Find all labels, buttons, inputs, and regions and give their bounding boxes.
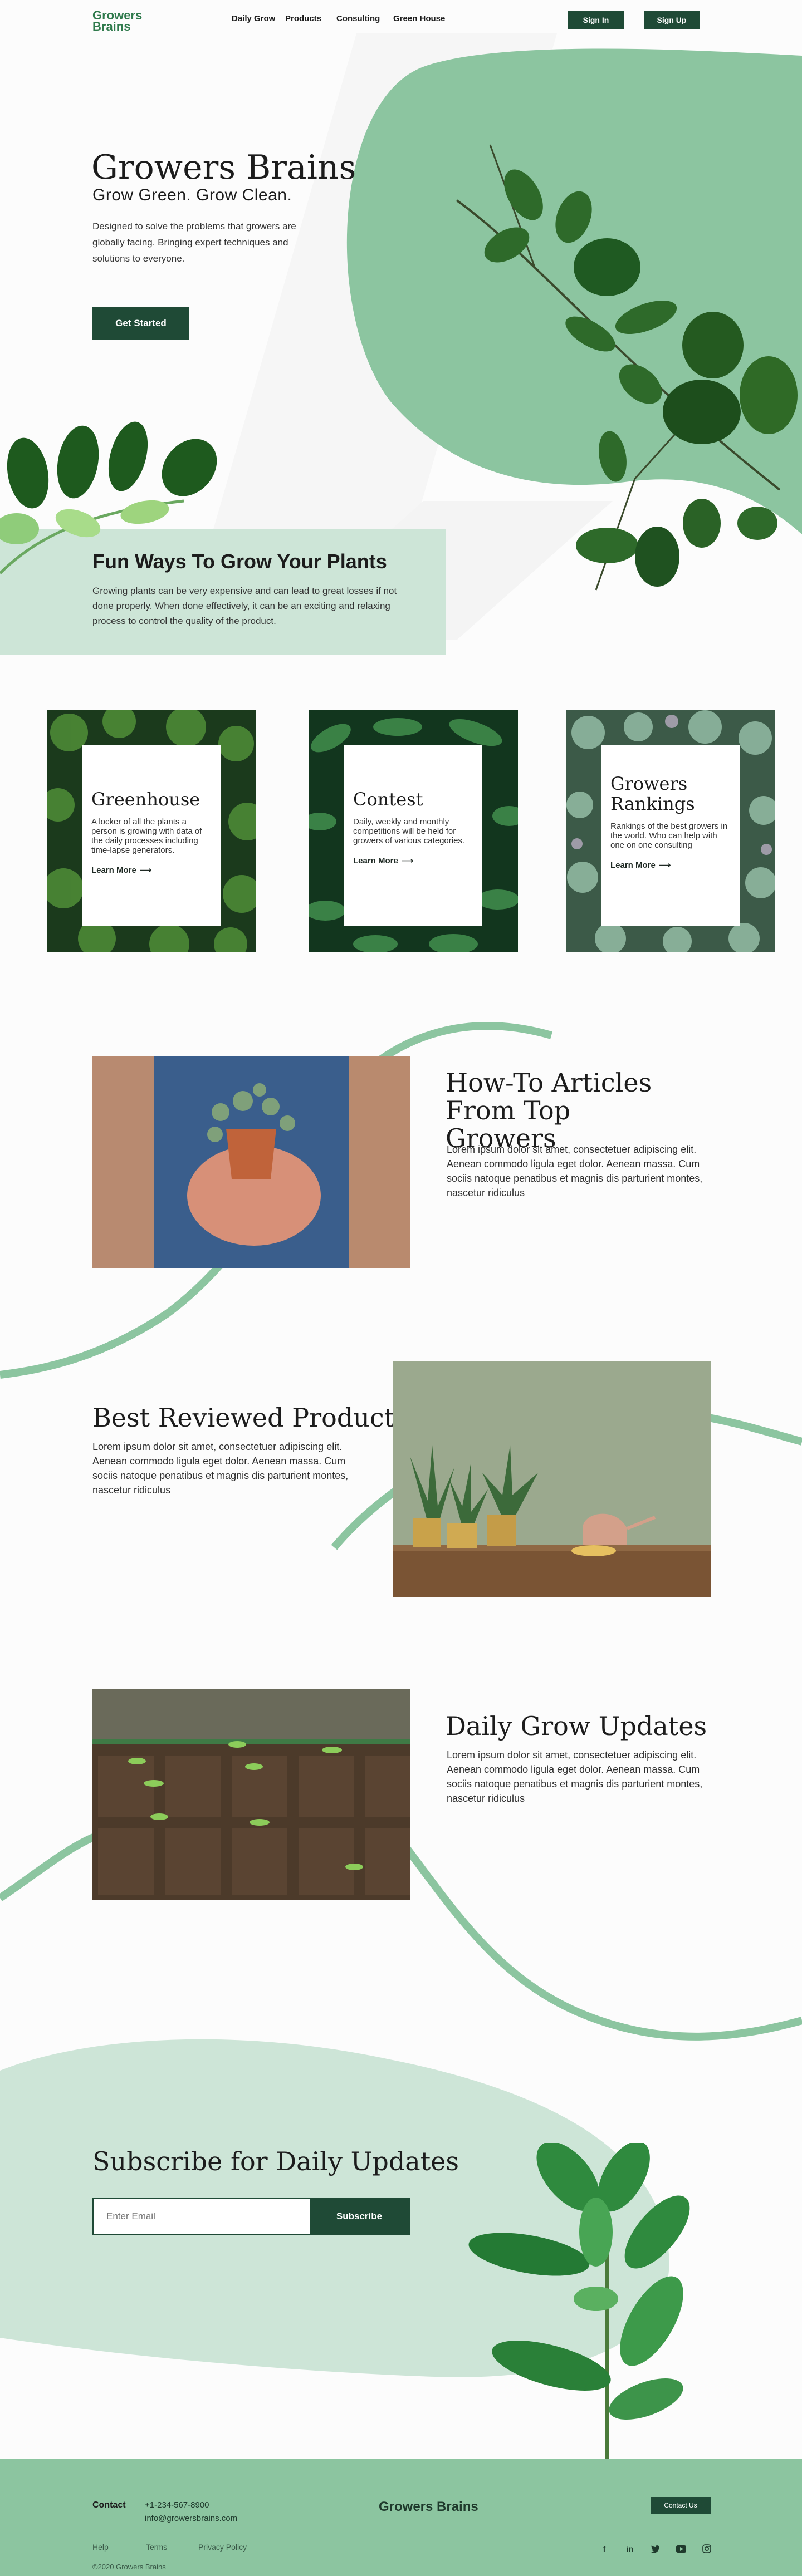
footer-brand: Growers Brains bbox=[379, 2499, 478, 2514]
rankings-card[interactable]: Growers Rankings Rankings of the best gr… bbox=[566, 710, 775, 952]
instagram-icon[interactable] bbox=[701, 2543, 713, 2555]
greenhouse-card-text: A locker of all the plants a person is g… bbox=[91, 817, 202, 855]
logo-line-2: Brains bbox=[92, 19, 131, 33]
subscribe-title: Subscribe for Daily Updates bbox=[92, 2146, 459, 2176]
rubber-plant-image bbox=[468, 2143, 690, 2466]
greenhouse-learn-more-link[interactable]: Learn More ⟶ bbox=[91, 865, 152, 876]
products-title: Best Reviewed Products bbox=[92, 1403, 408, 1433]
sign-in-button[interactable]: Sign In bbox=[568, 11, 624, 29]
rankings-card-text: Rankings of the best growers in the worl… bbox=[610, 822, 728, 850]
get-started-button[interactable]: Get Started bbox=[92, 307, 189, 340]
footer-phone[interactable]: +1-234-567-8900 bbox=[145, 2500, 209, 2510]
contest-card-title: Contest bbox=[353, 789, 423, 810]
rankings-card-title: Growers Rankings bbox=[610, 773, 695, 814]
subscribe-button[interactable]: Subscribe bbox=[310, 2199, 408, 2234]
arrow-right-icon: ⟶ bbox=[658, 861, 671, 870]
greenhouse-card[interactable]: Greenhouse A locker of all the plants a … bbox=[47, 710, 256, 952]
facebook-icon[interactable]: f bbox=[598, 2543, 610, 2555]
site-logo[interactable]: Growers Brains bbox=[92, 9, 154, 36]
linkedin-icon[interactable]: in bbox=[624, 2543, 636, 2555]
contest-card-text: Daily, weekly and monthly competitions w… bbox=[353, 817, 465, 845]
contest-learn-more-link[interactable]: Learn More ⟶ bbox=[353, 856, 413, 866]
hero-subtitle: Grow Green. Grow Clean. bbox=[92, 186, 292, 204]
email-input[interactable] bbox=[94, 2199, 310, 2234]
contest-card[interactable]: Contest Daily, weekly and monthly compet… bbox=[309, 710, 518, 952]
rankings-learn-more-link[interactable]: Learn More ⟶ bbox=[610, 860, 671, 871]
footer-social-links: f in bbox=[598, 2543, 713, 2555]
learn-more-label: Learn More bbox=[353, 856, 398, 866]
learn-more-label: Learn More bbox=[610, 860, 656, 870]
learn-more-label: Learn More bbox=[91, 865, 136, 875]
arrow-right-icon: ⟶ bbox=[139, 866, 152, 875]
nav-products[interactable]: Products bbox=[285, 14, 321, 23]
potted-plants-image bbox=[393, 1361, 711, 1597]
subscribe-form: Subscribe bbox=[92, 2198, 410, 2235]
footer-link-privacy-policy[interactable]: Privacy Policy bbox=[198, 2543, 247, 2552]
greenhouse-card-body: Greenhouse A locker of all the plants a … bbox=[82, 745, 221, 926]
nav-green-house[interactable]: Green House bbox=[393, 14, 445, 23]
sign-up-button[interactable]: Sign Up bbox=[644, 11, 700, 29]
nav-daily-grow[interactable]: Daily Grow bbox=[232, 14, 275, 23]
hands-holding-plant-image bbox=[92, 1056, 410, 1268]
greenhouse-card-title: Greenhouse bbox=[91, 789, 200, 810]
footer: Contact +1-234-567-8900 info@growersbrai… bbox=[0, 2459, 802, 2576]
articles-text: Lorem ipsum dolor sit amet, consectetuer… bbox=[447, 1144, 703, 1198]
hero-description: Designed to solve the problems that grow… bbox=[92, 221, 296, 264]
hero-title: Growers Brains bbox=[91, 148, 356, 187]
fun-ways-title: Fun Ways To Grow Your Plants bbox=[92, 550, 387, 573]
youtube-icon[interactable] bbox=[675, 2543, 687, 2555]
fun-ways-text: Growing plants can be very expensive and… bbox=[92, 586, 397, 626]
updates-title: Daily Grow Updates bbox=[446, 1711, 707, 1741]
footer-email[interactable]: info@growersbrains.com bbox=[145, 2514, 237, 2523]
contest-card-body: Contest Daily, weekly and monthly compet… bbox=[344, 745, 482, 926]
updates-text: Lorem ipsum dolor sit amet, consectetuer… bbox=[447, 1749, 703, 1804]
contact-us-button[interactable]: Contact Us bbox=[651, 2497, 711, 2514]
rankings-card-body: Growers Rankings Rankings of the best gr… bbox=[602, 745, 740, 926]
footer-contact-label: Contact bbox=[92, 2500, 126, 2510]
footer-link-help[interactable]: Help bbox=[92, 2543, 109, 2552]
articles-title: How-To Articles From Top Growers bbox=[446, 1068, 652, 1153]
twitter-icon[interactable] bbox=[649, 2543, 662, 2555]
arrow-right-icon: ⟶ bbox=[401, 856, 414, 866]
eucalyptus-branch-image bbox=[456, 144, 798, 591]
footer-copyright: ©2020 Growers Brains bbox=[92, 2563, 166, 2571]
footer-link-terms[interactable]: Terms bbox=[146, 2543, 167, 2552]
seedlings-tray-image bbox=[92, 1689, 410, 1900]
products-text: Lorem ipsum dolor sit amet, consectetuer… bbox=[92, 1441, 349, 1496]
nav-consulting[interactable]: Consulting bbox=[336, 14, 380, 23]
